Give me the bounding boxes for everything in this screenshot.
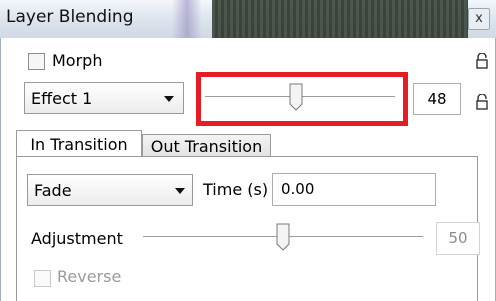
- adjustment-label: Adjustment: [31, 229, 123, 248]
- close-button[interactable]: x: [468, 8, 490, 30]
- transition-type-value: Fade: [34, 181, 72, 200]
- morph-checkbox[interactable]: [28, 53, 45, 70]
- title-bar[interactable]: Layer Blending x: [0, 0, 496, 38]
- effect-dropdown[interactable]: Effect 1: [24, 82, 184, 114]
- effect-dropdown-value: Effect 1: [31, 89, 93, 108]
- close-icon: x: [475, 11, 483, 26]
- tab-in-transition[interactable]: In Transition: [16, 130, 142, 157]
- lock-icon[interactable]: [475, 53, 489, 69]
- tab-label: Out Transition: [150, 137, 263, 156]
- chevron-down-icon: [175, 188, 185, 194]
- reverse-label: Reverse: [57, 267, 122, 286]
- tab-label: In Transition: [30, 135, 128, 154]
- tab-out-transition[interactable]: Out Transition: [142, 134, 271, 157]
- adjustment-slider-thumb[interactable]: [276, 223, 290, 251]
- title-bar-decoration: [172, 0, 202, 38]
- chevron-down-icon: [164, 96, 174, 102]
- adjustment-value-input[interactable]: 50: [436, 222, 480, 255]
- reverse-checkbox[interactable]: [34, 270, 51, 287]
- transition-type-dropdown[interactable]: Fade: [27, 174, 193, 206]
- morph-label: Morph: [52, 51, 103, 70]
- highlight-box: [196, 72, 408, 126]
- time-input[interactable]: 0.00: [272, 173, 436, 206]
- time-label: Time (s): [203, 180, 269, 199]
- title-bar-decoration: [212, 0, 468, 38]
- lock-icon[interactable]: [475, 94, 489, 110]
- effect-value-input[interactable]: 48: [413, 83, 461, 115]
- window-title: Layer Blending: [6, 7, 134, 27]
